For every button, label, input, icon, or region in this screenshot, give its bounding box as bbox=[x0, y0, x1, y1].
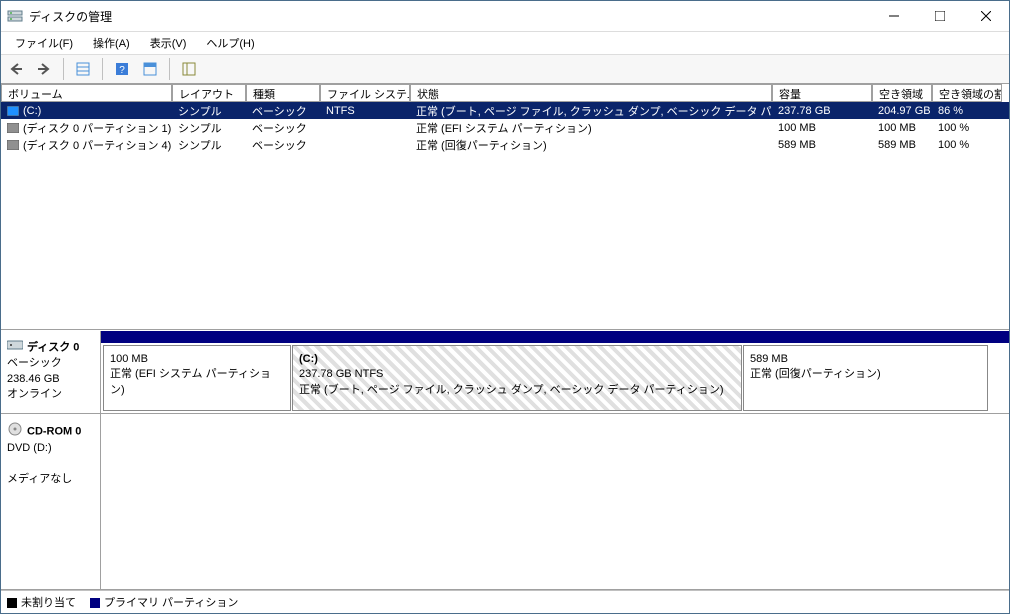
cdrom-state: メディアなし bbox=[7, 473, 72, 485]
disk0-volumes: 100 MB正常 (EFI システム パーティション)(C:)237.78 GB… bbox=[101, 331, 1009, 413]
disk0-type: ベーシック bbox=[7, 357, 62, 369]
menu-file[interactable]: ファイル(F) bbox=[5, 33, 83, 53]
legend: 未割り当て プライマリ パーティション bbox=[1, 590, 1009, 613]
svg-text:?: ? bbox=[119, 65, 125, 76]
cdrom-label: CD-ROM 0 DVD (D:) メディアなし bbox=[1, 414, 101, 589]
table-row[interactable]: (C:)シンプルベーシックNTFS正常 (ブート, ページ ファイル, クラッシ… bbox=[1, 102, 1009, 119]
toolbar: ? bbox=[1, 55, 1009, 84]
app-icon bbox=[7, 8, 23, 24]
cdrom-icon bbox=[7, 422, 23, 441]
table-row[interactable]: (ディスク 0 パーティション 1)シンプルベーシック正常 (EFI システム … bbox=[1, 119, 1009, 136]
header-filesystem[interactable]: ファイル システム bbox=[320, 84, 410, 102]
menu-action[interactable]: 操作(A) bbox=[83, 33, 140, 53]
window-title: ディスクの管理 bbox=[29, 8, 871, 25]
view-graphical-button[interactable] bbox=[137, 56, 163, 82]
legend-unallocated-swatch bbox=[7, 598, 17, 608]
header-capacity[interactable]: 容量 bbox=[772, 84, 872, 102]
header-status[interactable]: 状態 bbox=[410, 84, 772, 102]
header-type[interactable]: 種類 bbox=[246, 84, 320, 102]
disk0-name: ディスク 0 bbox=[27, 342, 79, 354]
disk0-panel[interactable]: ディスク 0 ベーシック 238.46 GB オンライン 100 MB正常 (E… bbox=[1, 331, 1009, 414]
header-free[interactable]: 空き領域 bbox=[872, 84, 932, 102]
maximize-button[interactable] bbox=[917, 1, 963, 31]
legend-primary-swatch bbox=[90, 598, 100, 608]
header-percent[interactable]: 空き領域の割合 bbox=[932, 84, 1002, 102]
disk0-label: ディスク 0 ベーシック 238.46 GB オンライン bbox=[1, 331, 101, 413]
help-button[interactable]: ? bbox=[109, 56, 135, 82]
volume-list-header: ボリューム レイアウト 種類 ファイル システム 状態 容量 空き領域 空き領域… bbox=[1, 84, 1009, 102]
header-layout[interactable]: レイアウト bbox=[172, 84, 246, 102]
graphical-view: ディスク 0 ベーシック 238.46 GB オンライン 100 MB正常 (E… bbox=[1, 330, 1009, 590]
cdrom-name: CD-ROM 0 bbox=[27, 426, 81, 438]
cdrom-panel[interactable]: CD-ROM 0 DVD (D:) メディアなし bbox=[1, 414, 1009, 590]
cdrom-device: DVD (D:) bbox=[7, 442, 52, 454]
volume-list-body: (C:)シンプルベーシックNTFS正常 (ブート, ページ ファイル, クラッシ… bbox=[1, 102, 1009, 329]
table-row[interactable]: (ディスク 0 パーティション 4)シンプルベーシック正常 (回復パーティション… bbox=[1, 136, 1009, 153]
legend-primary: プライマリ パーティション bbox=[90, 594, 238, 610]
window-buttons bbox=[871, 1, 1009, 31]
partition-block[interactable]: (C:)237.78 GB NTFS正常 (ブート, ページ ファイル, クラッ… bbox=[292, 345, 742, 411]
disk0-bar bbox=[101, 331, 1009, 343]
legend-unallocated: 未割り当て bbox=[7, 594, 76, 610]
toolbar-sep-2 bbox=[102, 58, 103, 80]
volume-list: ボリューム レイアウト 種類 ファイル システム 状態 容量 空き領域 空き領域… bbox=[1, 84, 1009, 330]
menubar: ファイル(F) 操作(A) 表示(V) ヘルプ(H) bbox=[1, 32, 1009, 55]
forward-button[interactable] bbox=[31, 56, 57, 82]
disk0-partitions: 100 MB正常 (EFI システム パーティション)(C:)237.78 GB… bbox=[101, 343, 1009, 413]
header-volume[interactable]: ボリューム bbox=[1, 84, 172, 102]
minimize-button[interactable] bbox=[871, 1, 917, 31]
toolbar-sep-3 bbox=[169, 58, 170, 80]
disk-icon bbox=[7, 339, 23, 356]
titlebar: ディスクの管理 bbox=[1, 1, 1009, 32]
partition-block[interactable]: 589 MB正常 (回復パーティション) bbox=[743, 345, 988, 411]
menu-help[interactable]: ヘルプ(H) bbox=[196, 33, 264, 53]
disk0-state: オンライン bbox=[7, 388, 62, 400]
toolbar-sep-1 bbox=[63, 58, 64, 80]
disk0-capacity: 238.46 GB bbox=[7, 373, 60, 385]
cdrom-empty-area bbox=[101, 414, 1009, 589]
back-button[interactable] bbox=[3, 56, 29, 82]
partition-block[interactable]: 100 MB正常 (EFI システム パーティション) bbox=[103, 345, 291, 411]
close-button[interactable] bbox=[963, 1, 1009, 31]
disk-management-window: { "title": "ディスクの管理", "menus": {"file":"… bbox=[0, 0, 1010, 614]
view-list-button[interactable] bbox=[70, 56, 96, 82]
properties-button[interactable] bbox=[176, 56, 202, 82]
menu-view[interactable]: 表示(V) bbox=[140, 33, 197, 53]
